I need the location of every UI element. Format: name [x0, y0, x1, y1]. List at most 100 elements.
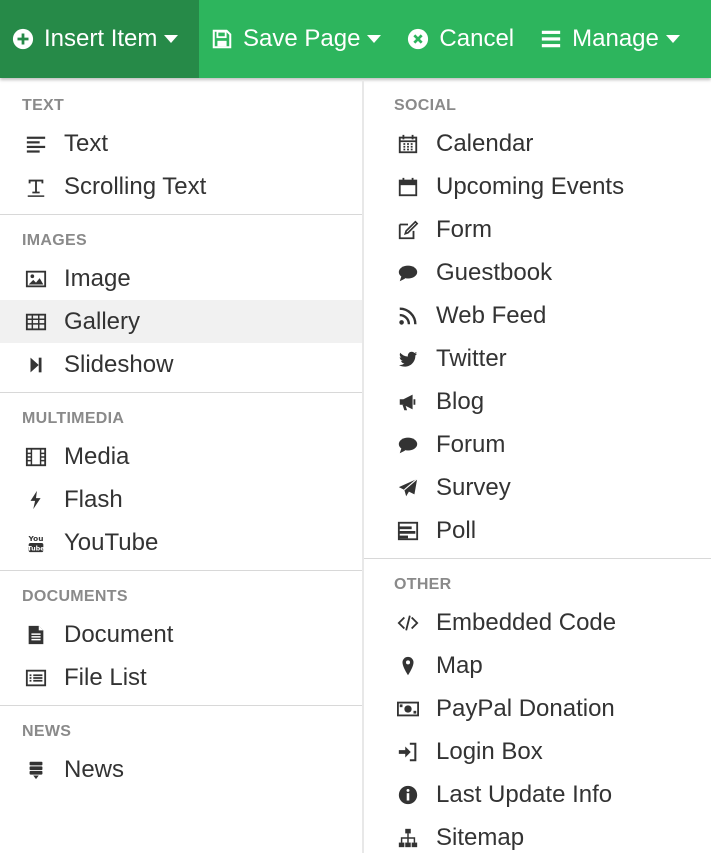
menu-item-label: Forum [436, 430, 506, 458]
text-cursor-icon [22, 173, 50, 201]
menu-item-label: Media [64, 442, 130, 470]
menu-item-label: Twitter [436, 344, 507, 372]
manage-label: Manage [572, 25, 659, 52]
menu-item-label: Embedded Code [436, 608, 617, 636]
menu-item-label: Upcoming Events [436, 172, 625, 200]
section-news: NEWS News [0, 706, 362, 797]
menu-item-label: Last Update Info [436, 780, 613, 808]
menu-item-paypal-donation[interactable]: PayPal Donation [364, 687, 711, 730]
rss-icon [394, 302, 422, 330]
menu-item-last-update-info[interactable]: Last Update Info [364, 773, 711, 816]
section-images: IMAGES Image Gallery Slideshow [0, 215, 362, 393]
sign-in-icon [394, 738, 422, 766]
save-page-button[interactable]: Save Page [199, 0, 395, 78]
menu-item-label: PayPal Donation [436, 694, 615, 722]
svg-text:You: You [28, 534, 44, 543]
menu-item-label: Blog [436, 387, 485, 415]
section-heading: MULTIMEDIA [22, 410, 125, 427]
menu-item-embedded-code[interactable]: Embedded Code [364, 601, 711, 644]
section-heading: IMAGES [22, 232, 87, 249]
plus-circle-icon [10, 26, 36, 52]
file-text-icon [22, 621, 50, 649]
comment-icon [394, 431, 422, 459]
money-icon [394, 695, 422, 723]
menu-item-label: File List [64, 663, 147, 691]
menu-item-blog[interactable]: Blog [364, 380, 711, 423]
menu-item-label: Document [64, 620, 174, 648]
menu-item-youtube[interactable]: You Tube YouTube [0, 521, 362, 564]
insert-item-label: Insert Item [44, 25, 158, 52]
menu-item-label: Image [64, 264, 131, 292]
menu-item-login-box[interactable]: Login Box [364, 730, 711, 773]
caret-down-icon [164, 35, 179, 43]
menu-item-text[interactable]: Text [0, 122, 362, 165]
svg-text:Tube: Tube [27, 544, 45, 552]
menu-item-label: Sitemap [436, 823, 525, 851]
menu-item-label: Login Box [436, 737, 543, 765]
menu-item-map[interactable]: Map [364, 644, 711, 687]
section-heading: NEWS [22, 723, 72, 740]
code-icon [394, 609, 422, 637]
menu-item-label: Survey [436, 473, 511, 501]
menu-column-right: SOCIAL Calendar Upcoming Events Form Gue… [364, 80, 711, 853]
menu-item-form[interactable]: Form [364, 208, 711, 251]
cancel-button[interactable]: Cancel [395, 0, 528, 78]
menu-column-left: TEXT Text Scrolling Text IMAGES Image Ga… [0, 80, 362, 853]
menu-item-scrolling-text[interactable]: Scrolling Text [0, 165, 362, 208]
menu-item-gallery[interactable]: Gallery [0, 300, 362, 343]
poll-icon [394, 517, 422, 545]
menu-item-image[interactable]: Image [0, 257, 362, 300]
menu-item-label: YouTube [64, 528, 159, 556]
section-heading: OTHER [394, 576, 452, 593]
insert-item-button[interactable]: Insert Item [0, 0, 199, 78]
sitemap-icon [394, 824, 422, 852]
youtube-icon: You Tube [22, 529, 50, 557]
menu-item-slideshow[interactable]: Slideshow [0, 343, 362, 386]
picture-icon [22, 265, 50, 293]
cancel-label: Cancel [439, 25, 515, 52]
menu-item-news[interactable]: News [0, 748, 362, 791]
section-other: OTHER Embedded Code Map PayPal Donation … [364, 559, 711, 865]
table-icon [22, 308, 50, 336]
align-left-icon [22, 130, 50, 158]
menu-item-label: Calendar [436, 129, 534, 157]
step-forward-icon [22, 351, 50, 379]
menu-item-label: Web Feed [436, 301, 547, 329]
bullhorn-icon [394, 388, 422, 416]
menu-item-label: Map [436, 651, 483, 679]
menu-item-survey[interactable]: Survey [364, 466, 711, 509]
menu-item-label: Scrolling Text [64, 172, 207, 200]
menu-item-calendar[interactable]: Calendar [364, 122, 711, 165]
menu-item-forum[interactable]: Forum [364, 423, 711, 466]
menu-item-twitter[interactable]: Twitter [364, 337, 711, 380]
menu-item-upcoming-events[interactable]: Upcoming Events [364, 165, 711, 208]
section-social: SOCIAL Calendar Upcoming Events Form Gue… [364, 80, 711, 559]
list-alt-icon [22, 664, 50, 692]
menu-item-label: Guestbook [436, 258, 553, 286]
calendar-icon [394, 130, 422, 158]
menu-item-label: Poll [436, 516, 477, 544]
menu-item-web-feed[interactable]: Web Feed [364, 294, 711, 337]
menu-item-file-list[interactable]: File List [0, 656, 362, 699]
section-heading: SOCIAL [394, 97, 457, 114]
insert-item-menu: TEXT Text Scrolling Text IMAGES Image Ga… [0, 80, 711, 853]
section-heading: DOCUMENTS [22, 588, 128, 605]
times-circle-icon [405, 26, 431, 52]
menu-item-label: Gallery [64, 307, 141, 335]
menu-item-label: News [64, 755, 125, 783]
section-text: TEXT Text Scrolling Text [0, 80, 362, 215]
menu-item-guestbook[interactable]: Guestbook [364, 251, 711, 294]
film-icon [22, 443, 50, 471]
menu-item-document[interactable]: Document [0, 613, 362, 656]
calendar-empty-icon [394, 173, 422, 201]
twitter-icon [394, 345, 422, 373]
bars-icon [538, 26, 564, 52]
section-heading: TEXT [22, 97, 65, 114]
bolt-icon [22, 486, 50, 514]
manage-button[interactable]: Manage [528, 0, 694, 78]
menu-item-media[interactable]: Media [0, 435, 362, 478]
menu-item-label: Slideshow [64, 350, 174, 378]
menu-item-flash[interactable]: Flash [0, 478, 362, 521]
menu-item-label: Text [64, 129, 109, 157]
menu-item-poll[interactable]: Poll [364, 509, 711, 552]
